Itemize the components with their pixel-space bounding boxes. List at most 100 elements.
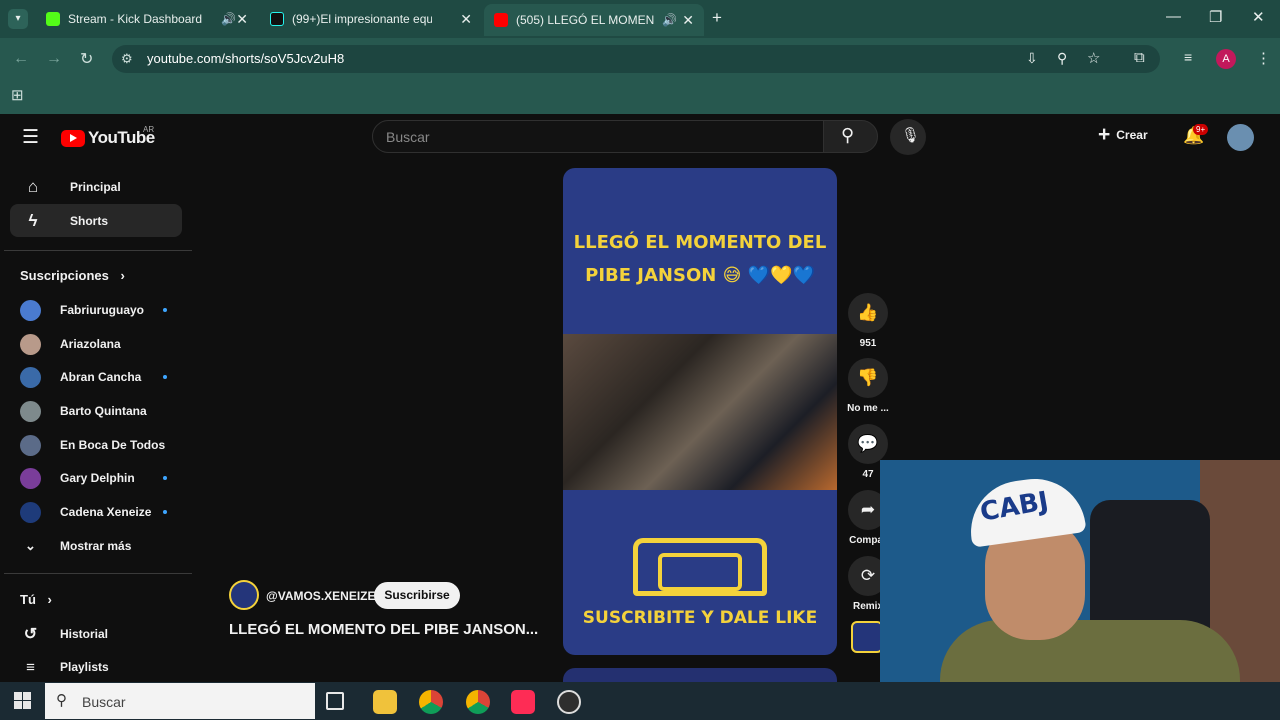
sidebar-item-principal[interactable]: ⌂ Principal: [10, 170, 182, 203]
tiktok-app-icon[interactable]: [511, 690, 535, 714]
speaker-icon[interactable]: 🔊: [662, 13, 677, 27]
comment-icon: 💬: [857, 434, 879, 453]
tab-kick[interactable]: Stream - Kick Dashboard 🔊 ✕: [36, 6, 258, 32]
chrome-profile-icon[interactable]: [466, 690, 490, 714]
chrome-icon[interactable]: [419, 690, 443, 714]
divider: [4, 573, 192, 574]
country-code: AR: [143, 125, 155, 134]
sidebar-item-playlists[interactable]: ≡ Playlists: [20, 652, 180, 682]
short-title[interactable]: LLEGÓ EL MOMENTO DEL PIBE JANSON...: [229, 621, 538, 638]
share-icon: ➦: [860, 500, 876, 519]
windows-start-icon[interactable]: [14, 692, 31, 709]
channel-avatar: [20, 467, 41, 489]
sub-item[interactable]: Barto Quintana: [20, 396, 180, 426]
live-dot: [163, 510, 167, 514]
dislike-label: No me ...: [847, 403, 889, 414]
account-avatar[interactable]: [1227, 124, 1254, 151]
hamburger-menu-icon[interactable]: ☰: [22, 126, 39, 149]
short-video-player[interactable]: LLEGÓ EL MOMENTO DEL PIBE JANSON 😅 💙💛💙 S…: [563, 168, 837, 655]
search-icon: ⚲: [56, 692, 67, 709]
channel-name[interactable]: @VAMOS.XENEIZE: [266, 589, 376, 603]
channel-avatar: [20, 333, 41, 355]
profile-avatar[interactable]: A: [1216, 49, 1236, 69]
live-dot: [163, 476, 167, 480]
back-icon[interactable]: ←: [13, 50, 29, 68]
chrome-menu-icon[interactable]: ⋮: [1256, 49, 1271, 67]
media-control-icon[interactable]: ≡: [1184, 49, 1192, 65]
url-text[interactable]: youtube.com/shorts/soV5Jcv2uH8: [147, 51, 344, 66]
sidebar-item-history[interactable]: ↺ Historial: [20, 619, 180, 649]
comments-button[interactable]: 💬: [848, 424, 888, 464]
search-box[interactable]: [372, 120, 824, 153]
site-info-icon[interactable]: ⚙: [121, 51, 133, 67]
restore-icon[interactable]: ❐: [1209, 8, 1222, 26]
chevron-right-icon: ›: [47, 592, 52, 607]
sub-item[interactable]: Fabriuruguayo: [20, 295, 180, 325]
new-tab-icon[interactable]: +: [712, 8, 722, 28]
kick-icon: [46, 12, 60, 26]
zoom-icon[interactable]: ⚲: [1057, 50, 1067, 67]
obs-icon[interactable]: [557, 690, 581, 714]
show-more-button[interactable]: ⌄ Mostrar más: [20, 531, 180, 561]
live-dot: [163, 375, 167, 379]
subscriptions-header[interactable]: Suscripciones ›: [20, 268, 125, 283]
sub-item[interactable]: Gary Delphin: [20, 463, 180, 493]
shorts-icon: ϟ: [28, 210, 38, 230]
sub-item[interactable]: Ariazolana: [20, 329, 180, 359]
like-count: 951: [859, 338, 877, 349]
channel-avatar: [20, 400, 41, 422]
tab-tiktok[interactable]: (99+)El impresionante equipazo ✕: [260, 6, 482, 32]
live-dot: [163, 308, 167, 312]
close-tab-icon[interactable]: ✕: [236, 11, 248, 28]
youtube-icon: [494, 13, 508, 27]
chevron-right-icon: ›: [120, 268, 125, 283]
bookmarks-bar: [0, 80, 1280, 114]
dislike-button[interactable]: 👎: [848, 358, 888, 398]
channel-avatar[interactable]: [229, 580, 259, 610]
extensions-icon[interactable]: ⧉: [1134, 49, 1145, 66]
channel-avatar: [20, 434, 41, 456]
bookmark-star-icon[interactable]: ☆: [1087, 49, 1100, 67]
video-frame: [563, 334, 837, 490]
taskbar-search-input[interactable]: Buscar: [82, 694, 126, 710]
apps-grid-icon[interactable]: ⊞: [11, 86, 24, 104]
minimize-icon[interactable]: —: [1166, 8, 1181, 25]
divider: [4, 250, 192, 251]
tab-youtube[interactable]: (505) LLEGÓ EL MOMENTO 🔊 ✕: [484, 4, 704, 36]
close-tab-icon[interactable]: ✕: [682, 12, 694, 29]
like-button[interactable]: 👍: [848, 293, 888, 333]
close-tab-icon[interactable]: ✕: [460, 11, 472, 28]
notification-badge: 9+: [1193, 124, 1209, 135]
create-button[interactable]: + Crear: [1098, 124, 1148, 145]
speaker-icon[interactable]: 🔊: [221, 12, 236, 26]
reload-icon[interactable]: ↻: [80, 49, 93, 69]
sidebar-item-shorts[interactable]: ϟ Shorts: [10, 204, 182, 237]
close-window-icon[interactable]: ✕: [1252, 8, 1265, 26]
video-caption-top: LLEGÓ EL MOMENTO DEL: [573, 232, 827, 253]
webcam-overlay: CABJ: [880, 460, 1280, 720]
thumbs-up-icon: 👍: [857, 303, 879, 322]
playlists-icon: ≡: [26, 658, 35, 676]
tab-search-button[interactable]: ▾: [8, 9, 28, 29]
thumbs-down-icon: 👎: [857, 368, 879, 387]
youtube-logo[interactable]: YouTube: [61, 128, 155, 148]
sound-thumbnail[interactable]: [851, 621, 883, 653]
task-view-icon[interactable]: [326, 692, 344, 710]
video-caption-top-2: PIBE JANSON 😅 💙💛💙: [585, 265, 815, 286]
sub-item[interactable]: Abran Cancha: [20, 362, 180, 392]
remix-icon: ⟳: [860, 566, 876, 585]
install-app-icon[interactable]: ⇩: [1026, 50, 1038, 67]
sub-item[interactable]: En Boca De Todos: [20, 430, 180, 460]
you-header[interactable]: Tú ›: [20, 592, 52, 607]
forward-icon[interactable]: →: [46, 50, 62, 68]
file-explorer-icon[interactable]: [373, 690, 397, 714]
next-short-preview[interactable]: [563, 668, 837, 682]
chevron-down-icon: ⌄: [25, 538, 36, 553]
search-icon: ⚲: [841, 125, 855, 145]
tiktok-icon: [270, 12, 284, 26]
search-input[interactable]: Buscar: [386, 129, 430, 145]
channel-avatar: [20, 299, 41, 321]
stadium-logo-inner: [658, 553, 742, 591]
sub-item[interactable]: Cadena Xeneize: [20, 497, 180, 527]
subscribe-button[interactable]: Suscribirse: [374, 582, 460, 609]
